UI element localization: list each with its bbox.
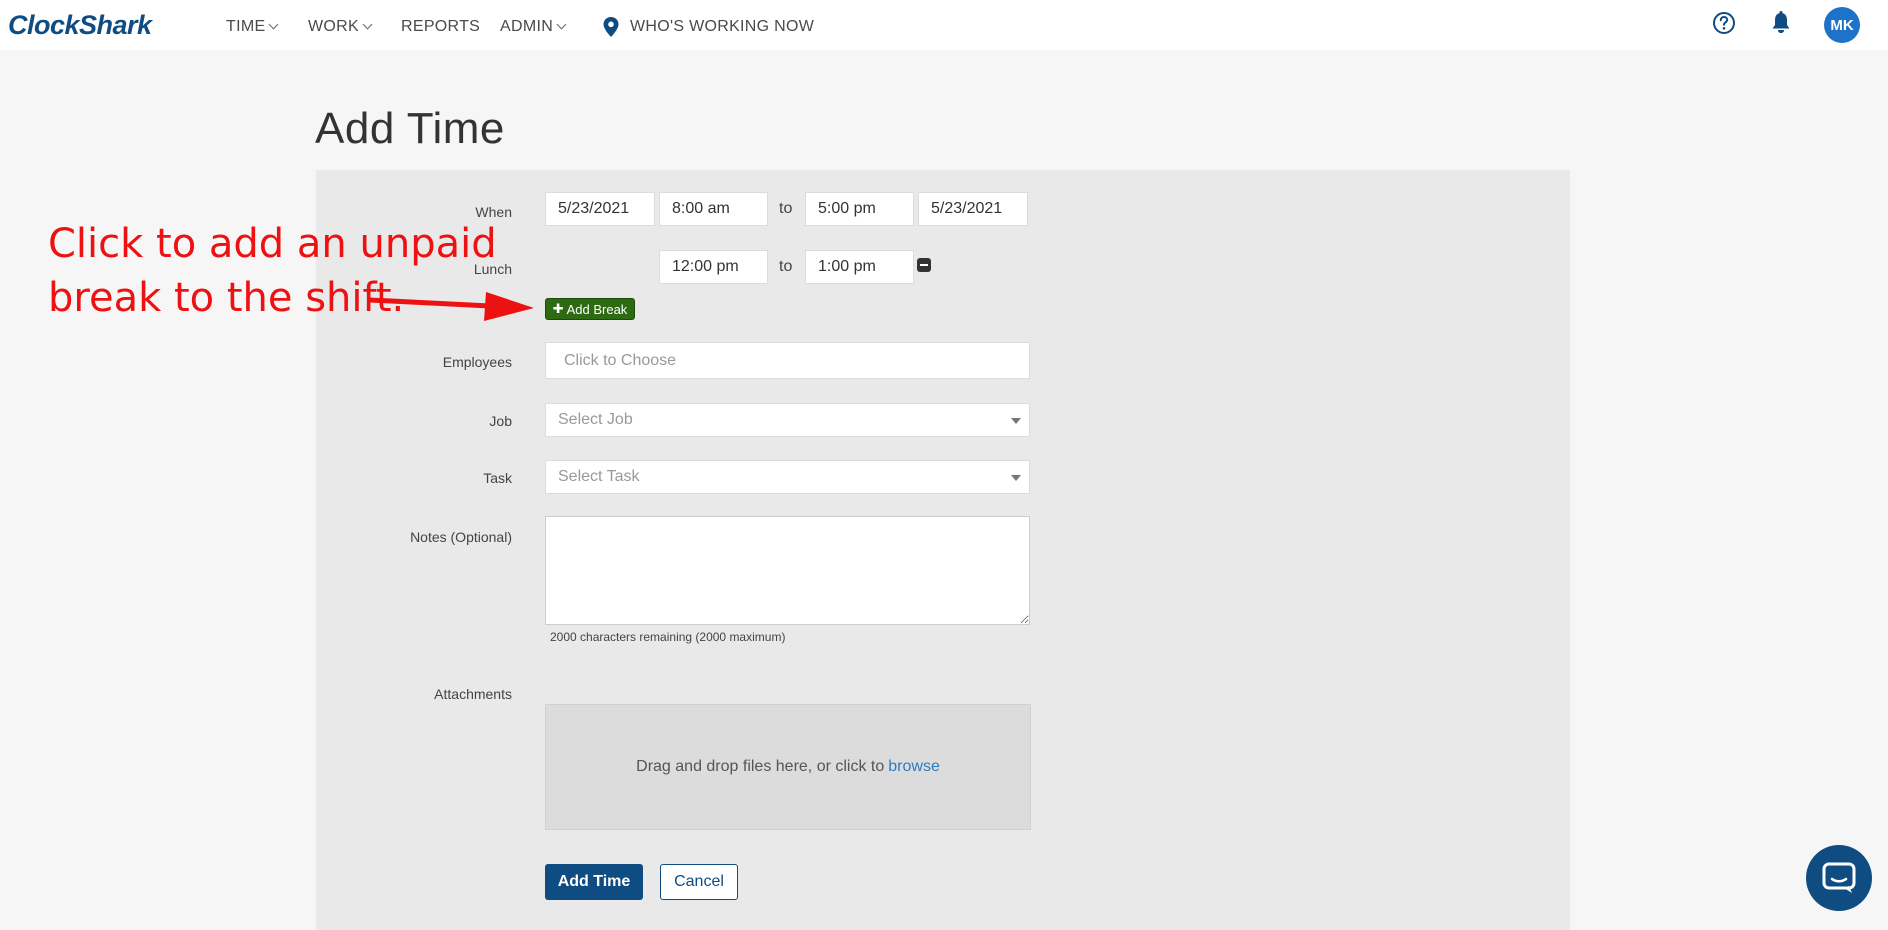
start-date-input[interactable]: 5/23/2021 [545,192,655,226]
job-label: Job [489,413,512,429]
employees-label: Employees [442,354,512,370]
to-label: to [779,200,793,217]
job-select[interactable]: Select Job [545,403,1030,437]
end-date-input[interactable]: 5/23/2021 [918,192,1028,226]
nav-time[interactable]: TIME [226,18,279,36]
notes-textarea[interactable] [545,516,1030,625]
location-pin-icon [603,17,619,37]
chevron-down-icon [556,19,567,29]
dropdown-arrow-icon [1011,475,1021,481]
dropzone-text: Drag and drop files here, or click to [636,758,885,775]
nav-admin[interactable]: ADMIN [500,18,567,36]
chat-widget-button[interactable] [1806,845,1872,911]
user-avatar[interactable]: MK [1824,7,1860,43]
task-select-value: Select Task [558,468,640,485]
top-nav: ClockShark TIME WORK REPORTS ADMIN WHO'S… [0,0,1888,50]
annotation-arrow-icon [368,292,534,321]
job-select-value: Select Job [558,411,633,428]
lunch-end-input[interactable]: 1:00 pm [805,250,914,284]
lunch-to-label: to [779,258,793,275]
page-title: Add Time [315,104,505,153]
chevron-down-icon [268,19,279,29]
browse-link[interactable]: browse [888,758,940,776]
nav-whos-working-label: WHO'S WORKING NOW [630,18,815,35]
attachments-label: Attachments [434,686,512,702]
task-label: Task [483,470,512,486]
notes-character-counter: 2000 characters remaining (2000 maximum) [550,630,786,644]
dropdown-arrow-icon [1011,418,1021,424]
nav-work[interactable]: WORK [308,18,373,36]
nav-whos-working[interactable]: WHO'S WORKING NOW [602,16,814,38]
notification-bell-icon[interactable] [1770,10,1792,36]
annotation-line-1: Click to add an unpaid [48,221,497,267]
help-icon[interactable] [1712,10,1736,36]
clockshark-logo[interactable]: ClockShark [8,10,152,41]
lunch-start-input[interactable]: 12:00 pm [659,250,768,284]
remove-break-icon[interactable] [917,258,931,272]
cancel-button[interactable]: Cancel [660,864,738,900]
chat-icon [1822,862,1856,893]
chevron-down-icon [362,19,373,29]
nav-admin-label: ADMIN [500,18,554,35]
add-break-button[interactable]: ✚ Add Break [545,298,635,320]
add-break-label: Add Break [566,301,628,317]
add-time-button[interactable]: Add Time [545,864,643,900]
employees-input[interactable]: Click to Choose [545,342,1030,379]
attachments-dropzone[interactable]: Drag and drop files here, or click to br… [545,704,1031,830]
start-time-input[interactable]: 8:00 am [659,192,768,226]
nav-reports-label: REPORTS [401,18,481,35]
nav-work-label: WORK [308,18,359,35]
task-select[interactable]: Select Task [545,460,1030,494]
nav-time-label: TIME [226,18,266,35]
end-time-input[interactable]: 5:00 pm [805,192,914,226]
nav-reports[interactable]: REPORTS [401,18,480,36]
plus-icon: ✚ [552,301,564,316]
notes-label: Notes (Optional) [410,529,512,545]
